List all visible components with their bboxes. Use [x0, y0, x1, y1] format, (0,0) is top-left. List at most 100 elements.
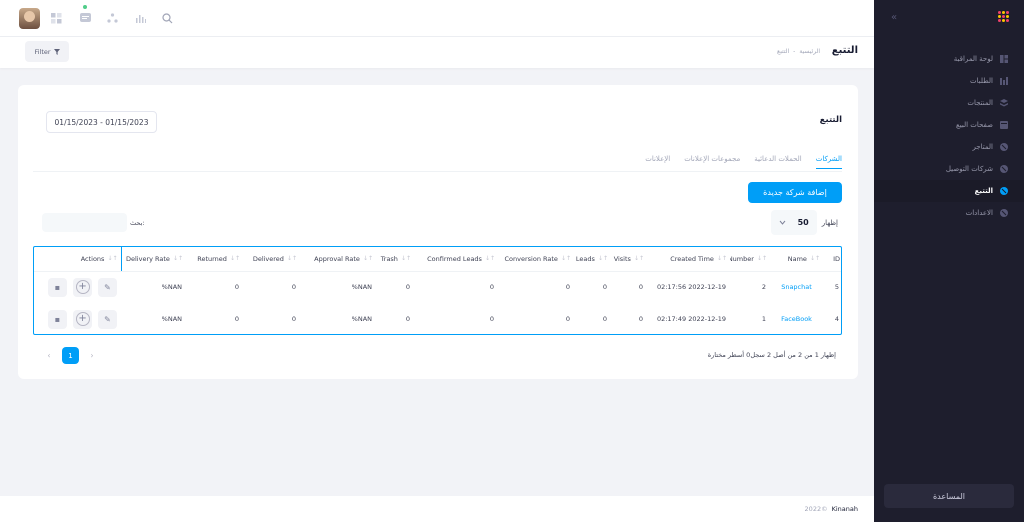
- tab-ad-groups[interactable]: مجموعات الإعلانات: [684, 155, 740, 169]
- sidebar-item-stores[interactable]: المتاجر: [874, 136, 1024, 158]
- table-info: إظهار 1 من 2 من أصل 2 سجل0 أسطر مختارة: [707, 351, 836, 359]
- col-label: Actions: [80, 254, 105, 263]
- tab-companies[interactable]: الشركات: [815, 155, 842, 169]
- sidebar-item-label: صفحات البيع: [956, 121, 993, 129]
- footer-brand[interactable]: Kinanah: [832, 505, 858, 513]
- col-delivery-rate[interactable]: ↑↓ Delivery Rate: [120, 247, 186, 272]
- cell-delivery-rate: NAN%: [161, 283, 182, 292]
- delete-button[interactable]: ▪: [48, 277, 67, 297]
- add-button[interactable]: +: [73, 277, 92, 297]
- col-returned[interactable]: ↑↓ Returned: [186, 247, 243, 272]
- table-row: 5 Snapchat 2 2022-12-19 02:17:56 0 0 0 0…: [34, 271, 841, 303]
- page-1-button[interactable]: 1: [62, 347, 79, 364]
- sort-icon: ↑↓: [484, 254, 495, 262]
- cell-approval-rate: NAN%: [351, 315, 372, 323]
- col-created-time[interactable]: ↑↓ Created Time: [647, 247, 730, 272]
- cell-created-time: 2022-12-19 02:17:56: [656, 283, 726, 292]
- breadcrumb-separator: -: [793, 48, 796, 55]
- col-label: Delivered: [252, 254, 284, 263]
- col-conversion-rate[interactable]: ↑↓ Conversion Rate: [498, 247, 574, 272]
- pagination: ‹ 1 ›: [44, 347, 97, 364]
- search-icon[interactable]: [160, 11, 174, 25]
- table-row: 4 FaceBook 1 2022-12-19 02:17:49 0 0 0 0…: [34, 303, 841, 334]
- sidebar: « لوحة المراقبة الطلبات المنتجات صفحات ا…: [874, 0, 1024, 522]
- sort-icon: ↑↓: [756, 254, 767, 262]
- tracking-icon: [1000, 187, 1008, 195]
- col-confirmed-leads[interactable]: ↑↓ Confirmed Leads: [414, 247, 498, 272]
- col-label: Number: [730, 254, 754, 263]
- sort-icon: ↑↓: [229, 254, 240, 262]
- delete-button[interactable]: ▪: [48, 309, 67, 329]
- col-label: ID: [833, 254, 840, 263]
- search-label: بحث:: [130, 218, 145, 227]
- col-label: Name: [787, 254, 807, 263]
- col-trash[interactable]: ↑↓ Trash: [376, 247, 414, 272]
- sort-icon: ↑↓: [400, 254, 411, 262]
- avatar[interactable]: [19, 8, 40, 29]
- cell-name[interactable]: Snapchat: [770, 271, 823, 303]
- col-label: Created Time: [670, 254, 714, 263]
- add-company-button[interactable]: إضافة شركة جديدة: [748, 182, 842, 203]
- edit-button[interactable]: ✎: [98, 277, 117, 297]
- grid-icon[interactable]: [49, 11, 63, 25]
- col-number[interactable]: ↑↓ Number: [730, 247, 770, 272]
- cell-visits: 0: [638, 315, 643, 323]
- sidebar-item-products[interactable]: المنتجات: [874, 92, 1024, 114]
- col-approval-rate[interactable]: ↑↓ Approval Rate: [300, 247, 376, 272]
- col-leads[interactable]: ↑↓ Leads: [574, 247, 611, 272]
- search-input[interactable]: [42, 213, 127, 232]
- sidebar-item-delivery[interactable]: شركات التوصيل: [874, 158, 1024, 180]
- col-label: Conversion Rate: [504, 254, 558, 263]
- page-size-control: إظهار 50: [770, 210, 838, 235]
- col-actions[interactable]: ↑↓ Actions: [34, 247, 121, 272]
- tab-ads[interactable]: الإعلانات: [645, 155, 670, 169]
- sidebar-item-sales-pages[interactable]: صفحات البيع: [874, 114, 1024, 136]
- store-icon: [1000, 143, 1008, 151]
- sidebar-item-dashboard[interactable]: لوحة المراقبة: [874, 48, 1024, 70]
- tabs: الشركات الحملات الدعائية مجموعات الإعلان…: [645, 155, 842, 169]
- cell-actions: ✎ + ▪: [34, 303, 121, 334]
- orders-icon: [1000, 77, 1008, 85]
- tab-campaigns[interactable]: الحملات الدعائية: [754, 155, 802, 169]
- next-page-button[interactable]: ›: [87, 351, 97, 360]
- sort-icon: ↑↓: [286, 254, 297, 262]
- cell-conversion-rate: 0: [565, 315, 570, 323]
- col-label: Leads: [575, 254, 595, 263]
- delivery-icon: [1000, 165, 1008, 173]
- network-icon[interactable]: [105, 11, 119, 25]
- sidebar-item-settings[interactable]: الاعدادات: [874, 202, 1024, 224]
- chart-icon[interactable]: [133, 11, 147, 25]
- settings-icon: [1000, 209, 1008, 217]
- pencil-icon: ✎: [104, 282, 111, 292]
- plus-icon: +: [75, 312, 90, 326]
- col-name[interactable]: ↑↓ Name: [770, 247, 823, 272]
- sort-icon: ↑↓: [560, 254, 571, 262]
- help-button[interactable]: المساعدة: [884, 484, 1014, 508]
- col-delivered[interactable]: ↑↓ Delivered: [243, 247, 300, 272]
- pages-icon: [1000, 121, 1008, 129]
- col-id[interactable]: ID: [823, 247, 841, 272]
- chat-icon[interactable]: [78, 11, 92, 25]
- online-dot: [83, 5, 87, 9]
- table-search: بحث:: [42, 213, 145, 232]
- page-title: التتبع: [831, 45, 858, 56]
- cell-leads: 0: [602, 315, 607, 323]
- edit-button[interactable]: ✎: [98, 309, 117, 329]
- page-size-select[interactable]: 50: [770, 210, 817, 235]
- show-label: إظهار: [821, 218, 838, 227]
- filter-button[interactable]: Filter: [25, 41, 69, 62]
- sidebar-item-orders[interactable]: الطلبات: [874, 70, 1024, 92]
- col-visits[interactable]: ↑↓ Visits: [611, 247, 647, 272]
- collapse-icon[interactable]: «: [891, 12, 897, 23]
- toolbar: Filter الرئيسية - التتبع التتبع: [0, 37, 874, 68]
- sidebar-item-label: التتبع: [974, 187, 993, 195]
- breadcrumb-home[interactable]: الرئيسية: [799, 48, 820, 55]
- cell-visits: 0: [638, 283, 643, 292]
- cell-approval-rate: NAN%: [351, 283, 372, 292]
- cell-name[interactable]: FaceBook: [770, 303, 823, 334]
- prev-page-button[interactable]: ‹: [44, 351, 54, 360]
- pencil-icon: ✎: [104, 314, 111, 324]
- add-button[interactable]: +: [73, 309, 92, 329]
- sidebar-item-tracking[interactable]: التتبع: [874, 180, 1024, 202]
- date-range-picker[interactable]: 01/15/2023 - 01/15/2023: [46, 111, 157, 133]
